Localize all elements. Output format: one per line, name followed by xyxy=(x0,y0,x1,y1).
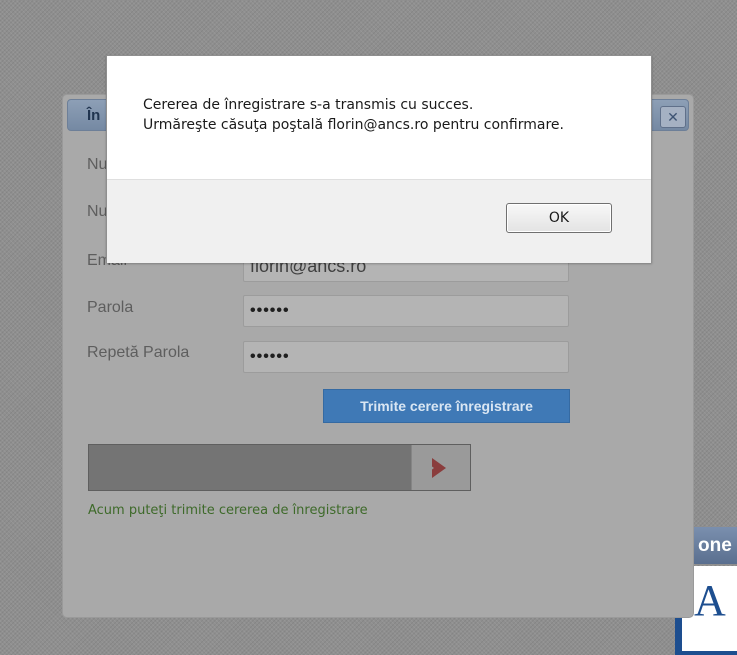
message-box: Cererea de înregistrare s-a transmis cu … xyxy=(106,55,652,263)
ok-button[interactable]: OK xyxy=(506,203,612,233)
repeat-password-field[interactable]: •••••• xyxy=(243,341,569,373)
message-line-1: Cererea de înregistrare s-a transmis cu … xyxy=(143,97,474,113)
status-hint: Acum puteţi trimite cererea de înregistr… xyxy=(88,503,368,518)
registration-dialog-title: În xyxy=(87,107,101,124)
password-field[interactable]: •••••• xyxy=(243,295,569,327)
field-label-surname: Nu xyxy=(87,203,108,220)
slider-handle[interactable] xyxy=(411,445,470,490)
message-footer: OK xyxy=(107,179,651,263)
field-label-repeat-password: Repetă Parola xyxy=(87,344,190,361)
chevron-right-icon xyxy=(426,458,446,478)
background-brand-text: one xyxy=(694,527,737,564)
message-line-2: Urmăreşte căsuţa poştală florin@ancs.ro … xyxy=(143,117,564,133)
field-label-password: Parola xyxy=(87,299,134,316)
message-body: Cererea de înregistrare s-a transmis cu … xyxy=(107,56,651,179)
captcha-slider[interactable] xyxy=(88,444,471,491)
field-label-name: Nu xyxy=(87,156,108,173)
close-icon[interactable]: ✕ xyxy=(660,106,686,128)
submit-registration-button[interactable]: Trimite cerere înregistrare xyxy=(323,389,570,423)
